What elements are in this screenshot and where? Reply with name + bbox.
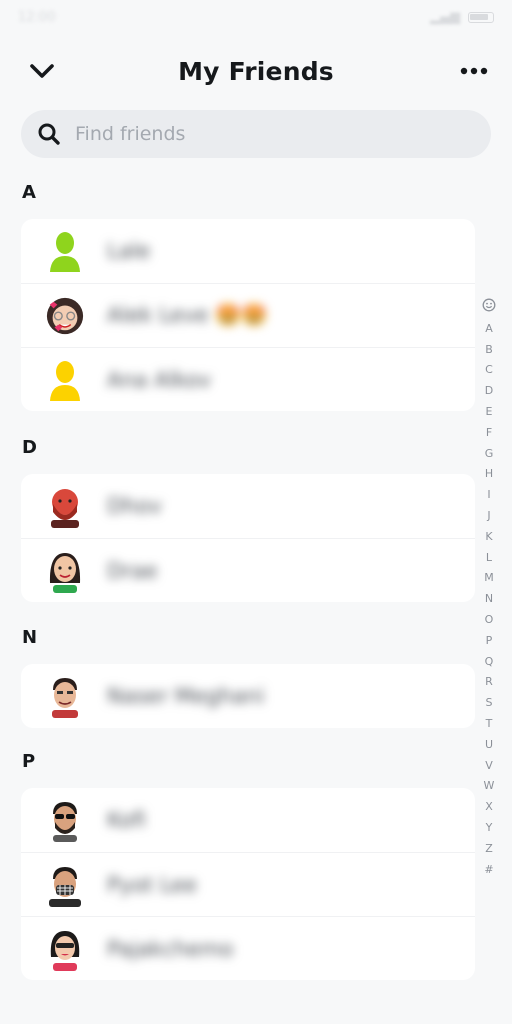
bitmoji-avatar	[45, 674, 85, 718]
alphabet-letter[interactable]: Y	[480, 818, 498, 839]
battery-icon	[468, 11, 494, 23]
section-letter-p: P	[22, 751, 36, 772]
alphabet-letter[interactable]: N	[480, 589, 498, 610]
alphabet-letter[interactable]: T	[480, 714, 498, 735]
bitmoji-avatar	[45, 798, 85, 842]
green-silhouette-avatar	[45, 229, 85, 273]
friend-row[interactable]: Ana Alkov	[21, 347, 475, 411]
alphabet-letter[interactable]: W	[480, 776, 498, 797]
friend-row[interactable]: Pajakchemo	[21, 916, 475, 980]
alphabet-letter[interactable]: P	[480, 631, 498, 652]
alphabet-index[interactable]: A B C D E F G H I J K L M N O P Q R S T …	[480, 298, 498, 880]
alphabet-letter[interactable]: E	[480, 402, 498, 423]
alphabet-letter[interactable]: K	[480, 527, 498, 548]
friends-card-p: Kofi Pyot Lee Pajakchemo	[21, 788, 475, 980]
alphabet-letter[interactable]: D	[480, 381, 498, 402]
alphabet-letter[interactable]: F	[480, 423, 498, 444]
alphabet-letter[interactable]: #	[480, 860, 498, 881]
friend-row[interactable]: Alek Leve 🤩🤩	[21, 283, 475, 347]
bitmoji-avatar	[45, 927, 85, 971]
alphabet-letter[interactable]: Z	[480, 839, 498, 860]
alphabet-letter[interactable]: V	[480, 756, 498, 777]
friend-name: Lale	[107, 239, 151, 263]
friend-name: Drae	[107, 558, 158, 583]
friends-card-d: Dhov Drae	[21, 474, 475, 602]
alphabet-letter[interactable]: O	[480, 610, 498, 631]
alphabet-letter[interactable]: G	[480, 444, 498, 465]
friend-name: Dhov	[107, 494, 162, 518]
alphabet-letter[interactable]: S	[480, 693, 498, 714]
chevron-down-icon	[30, 64, 54, 78]
section-letter-a: A	[22, 182, 36, 203]
alphabet-letter[interactable]: R	[480, 672, 498, 693]
alphabet-letter[interactable]: H	[480, 464, 498, 485]
friend-row[interactable]: Pyot Lee	[21, 852, 475, 916]
friends-card-a: Lale Alek Leve 🤩🤩 Ana Alkov	[21, 219, 475, 411]
status-icons: ▂▄▆	[430, 10, 494, 25]
alphabet-letter[interactable]: U	[480, 735, 498, 756]
search-bar[interactable]	[21, 110, 491, 158]
section-letter-n: N	[22, 627, 38, 648]
bitmoji-avatar	[45, 549, 85, 593]
alphabet-letter[interactable]: Q	[480, 652, 498, 673]
alphabet-letter[interactable]: I	[480, 485, 498, 506]
page-title: My Friends	[178, 56, 334, 86]
status-time: 12:00	[18, 9, 56, 25]
signal-icon: ▂▄▆	[430, 9, 460, 25]
more-options-button[interactable]	[454, 54, 494, 88]
alphabet-letter[interactable]: J	[480, 506, 498, 527]
header: My Friends	[0, 44, 512, 98]
friend-name: Ana Alkov	[107, 367, 212, 392]
friends-card-n: Naser Meghani	[21, 664, 475, 728]
alphabet-letter[interactable]: C	[480, 360, 498, 381]
friend-row[interactable]: Naser Meghani	[21, 664, 475, 728]
status-bar: 12:00 ▂▄▆	[0, 0, 512, 34]
friend-name: Pajakchemo	[107, 936, 234, 961]
back-button[interactable]	[22, 54, 62, 88]
more-dots-icon	[460, 67, 488, 75]
bitmoji-avatar	[45, 294, 85, 338]
search-icon	[38, 123, 60, 145]
yellow-silhouette-avatar	[45, 358, 85, 402]
alphabet-letter[interactable]: L	[480, 548, 498, 569]
friend-name: Kofi	[107, 808, 146, 832]
alphabet-letter[interactable]: X	[480, 797, 498, 818]
friend-name: Alek Leve 🤩🤩	[107, 303, 268, 327]
friend-row[interactable]: Dhov	[21, 474, 475, 538]
section-letter-d: D	[22, 437, 37, 458]
bitmoji-avatar	[45, 863, 85, 907]
alphabet-letter[interactable]: A	[480, 319, 498, 340]
friend-row[interactable]: Kofi	[21, 788, 475, 852]
friend-row[interactable]: Lale	[21, 219, 475, 283]
friend-name: Naser Meghani	[107, 684, 265, 708]
bitmoji-avatar	[45, 484, 85, 528]
friend-row[interactable]: Drae	[21, 538, 475, 602]
smiley-icon[interactable]	[480, 298, 498, 319]
alphabet-letter[interactable]: M	[480, 568, 498, 589]
search-input[interactable]	[73, 122, 457, 146]
alphabet-letter[interactable]: B	[480, 340, 498, 361]
friend-name: Pyot Lee	[107, 872, 198, 897]
